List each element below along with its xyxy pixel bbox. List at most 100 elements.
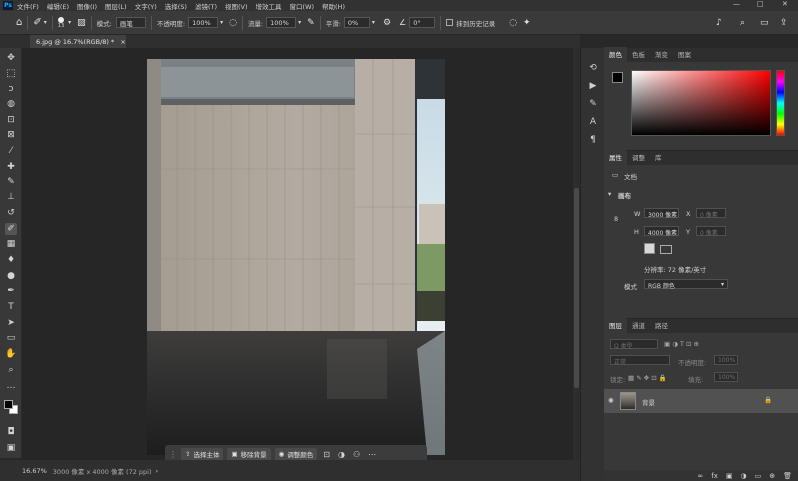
new-group-icon[interactable]: ▭ bbox=[755, 472, 762, 480]
eyedropper-tool-icon[interactable]: ⁄ bbox=[5, 145, 17, 157]
move-tool-icon[interactable]: ✥ bbox=[5, 52, 17, 64]
lasso-tool-icon[interactable]: ↄ bbox=[5, 83, 17, 95]
select-subject-button[interactable]: ⇧ 选择主体 bbox=[181, 447, 224, 461]
screen-mode-icon[interactable]: ▣ bbox=[5, 442, 17, 454]
zoom-level[interactable]: 16.67% bbox=[22, 467, 47, 475]
chevron-down-icon[interactable]: ▾ bbox=[44, 19, 47, 26]
dodge-tool-icon[interactable]: ● bbox=[5, 270, 17, 282]
share-icon[interactable]: ⇪ bbox=[780, 18, 788, 28]
color-mode-select[interactable]: RGB 颜色 ▾ bbox=[644, 279, 728, 290]
menu-filter[interactable]: 滤镜(T) bbox=[195, 1, 217, 11]
close-tab-icon[interactable]: × bbox=[120, 38, 125, 46]
gradient-tool-icon[interactable]: ▦ bbox=[5, 238, 17, 250]
home-icon[interactable]: ⌂ bbox=[16, 17, 22, 28]
tab-color[interactable]: 颜色 bbox=[604, 47, 627, 62]
adjust-color-button[interactable]: ◉ 调整颜色 bbox=[274, 447, 318, 461]
eye-icon[interactable]: ◉ bbox=[608, 396, 614, 404]
close-button[interactable]: ✕ bbox=[782, 0, 788, 8]
layer-filter-icons[interactable]: ▣ ◑ T ⊡ ⊕ bbox=[664, 340, 699, 348]
vertical-scrollbar[interactable] bbox=[573, 48, 580, 460]
menu-type[interactable]: 文字(Y) bbox=[135, 1, 157, 11]
tab-layers[interactable]: 图层 bbox=[604, 318, 627, 333]
hand-tool-icon[interactable]: ✋ bbox=[5, 348, 17, 360]
character-panel-icon[interactable]: A bbox=[587, 116, 599, 128]
paragraph-panel-icon[interactable]: ¶ bbox=[587, 134, 599, 146]
menu-view[interactable]: 视图(V) bbox=[225, 1, 248, 11]
chevron-right-icon[interactable]: › bbox=[156, 467, 159, 475]
layer-filter-select[interactable]: Q 类型 bbox=[610, 339, 658, 350]
menu-file[interactable]: 文件(F) bbox=[17, 1, 39, 11]
tab-gradients[interactable]: 渐变 bbox=[650, 49, 673, 62]
menu-image[interactable]: 图像(I) bbox=[77, 1, 97, 11]
tab-patterns[interactable]: 图案 bbox=[673, 49, 696, 62]
adjustment-icon[interactable]: ◑ bbox=[338, 450, 345, 459]
foreground-color-swatch[interactable] bbox=[612, 72, 623, 83]
link-layers-icon[interactable]: ∞ bbox=[697, 472, 703, 480]
quick-mask-icon[interactable]: ◘ bbox=[5, 426, 17, 438]
tab-libraries[interactable]: 库 bbox=[650, 152, 667, 165]
actions-panel-icon[interactable]: ▶ bbox=[587, 80, 599, 92]
chevron-down-icon[interactable]: ▾ bbox=[608, 190, 611, 198]
drag-handle-icon[interactable]: ⋮ bbox=[169, 450, 177, 459]
layer-row[interactable]: ◉ 背景 🔒 bbox=[604, 389, 798, 413]
quick-select-tool-icon[interactable]: ◍ bbox=[5, 98, 17, 110]
y-field[interactable]: 0 像素 bbox=[696, 226, 726, 237]
chevron-down-icon[interactable]: ▾ bbox=[220, 19, 223, 26]
search-icon[interactable]: ⌕ bbox=[740, 18, 745, 28]
airbrush-icon[interactable]: ✎ bbox=[307, 18, 315, 28]
tab-swatches[interactable]: 色板 bbox=[627, 49, 650, 62]
chevron-down-icon[interactable]: ▾ bbox=[68, 19, 71, 26]
x-field[interactable]: 0 像素 bbox=[696, 208, 726, 219]
minimize-button[interactable]: — bbox=[733, 0, 740, 8]
color-picker-field[interactable] bbox=[631, 70, 771, 136]
crop-tool-icon[interactable]: ⊡ bbox=[5, 114, 17, 126]
lock-icons[interactable]: ▦ ✎ ✥ ⊡ 🔒 bbox=[628, 374, 667, 382]
scrollbar-thumb[interactable] bbox=[574, 188, 579, 388]
fill-field[interactable]: 100% bbox=[714, 372, 738, 382]
symmetry-icon[interactable]: ✦ bbox=[523, 18, 531, 28]
clone-stamp-tool-icon[interactable]: ⊥ bbox=[5, 191, 17, 203]
height-field[interactable]: 4000 像素 bbox=[644, 226, 679, 237]
tab-paths[interactable]: 路径 bbox=[650, 320, 673, 333]
portrait-orientation-button[interactable] bbox=[644, 243, 655, 254]
menu-plugins[interactable]: 增效工具 bbox=[256, 1, 282, 11]
hue-slider[interactable] bbox=[776, 70, 785, 136]
eraser-tool-icon[interactable]: ✐ bbox=[5, 223, 17, 235]
pressure-size-icon[interactable]: ◌ bbox=[509, 18, 517, 28]
angle-input[interactable]: 0° bbox=[409, 17, 436, 28]
new-layer-icon[interactable]: ⊕ bbox=[769, 472, 775, 480]
foreground-color-swatch[interactable] bbox=[4, 400, 13, 409]
menu-layer[interactable]: 图层(L) bbox=[105, 1, 127, 11]
chevron-down-icon[interactable]: ▾ bbox=[372, 19, 375, 26]
pressure-opacity-icon[interactable]: ◌ bbox=[229, 18, 237, 28]
type-tool-icon[interactable]: T bbox=[5, 301, 17, 313]
bell-icon[interactable]: ♪ bbox=[716, 18, 722, 28]
gear-icon[interactable]: ⚙ bbox=[383, 18, 391, 28]
brush-tool-icon[interactable]: ✎ bbox=[5, 176, 17, 188]
document-tab[interactable]: 6.jpg @ 16.7%(RGB/8) * × bbox=[30, 35, 126, 48]
crop-icon[interactable]: ⊡ bbox=[323, 450, 330, 459]
eraser-tool-icon[interactable]: ✐ bbox=[33, 17, 41, 28]
smoothing-input[interactable]: 0% bbox=[343, 17, 370, 28]
menu-help[interactable]: 帮助(H) bbox=[322, 1, 345, 11]
trash-icon[interactable]: 🗑 bbox=[783, 472, 792, 480]
chevron-down-icon[interactable]: ▾ bbox=[298, 19, 301, 26]
menu-window[interactable]: 窗口(W) bbox=[290, 1, 315, 11]
marquee-tool-icon[interactable]: ⬚ bbox=[5, 68, 17, 80]
mode-select[interactable]: 画笔 bbox=[115, 17, 146, 28]
history-panel-icon[interactable]: ⟲ bbox=[587, 62, 599, 74]
more-options-icon[interactable]: ⋯ bbox=[368, 450, 376, 459]
more-tools-icon[interactable]: … bbox=[5, 380, 17, 392]
canvas-area[interactable] bbox=[22, 48, 580, 460]
flow-input[interactable]: 100% bbox=[266, 17, 297, 28]
path-select-tool-icon[interactable]: ➤ bbox=[5, 317, 17, 329]
brush-settings-panel-icon[interactable]: ✎ bbox=[587, 98, 599, 110]
landscape-orientation-button[interactable] bbox=[660, 245, 672, 254]
blend-mode-select[interactable]: 正常 bbox=[610, 355, 670, 366]
opacity-input[interactable]: 100% bbox=[188, 17, 219, 28]
tab-adjustments[interactable]: 调整 bbox=[627, 152, 650, 165]
mask-icon[interactable]: ⚇ bbox=[353, 450, 360, 459]
zoom-tool-icon[interactable]: ⌕ bbox=[5, 364, 17, 376]
tab-channels[interactable]: 通道 bbox=[627, 320, 650, 333]
document-image[interactable] bbox=[147, 59, 445, 455]
